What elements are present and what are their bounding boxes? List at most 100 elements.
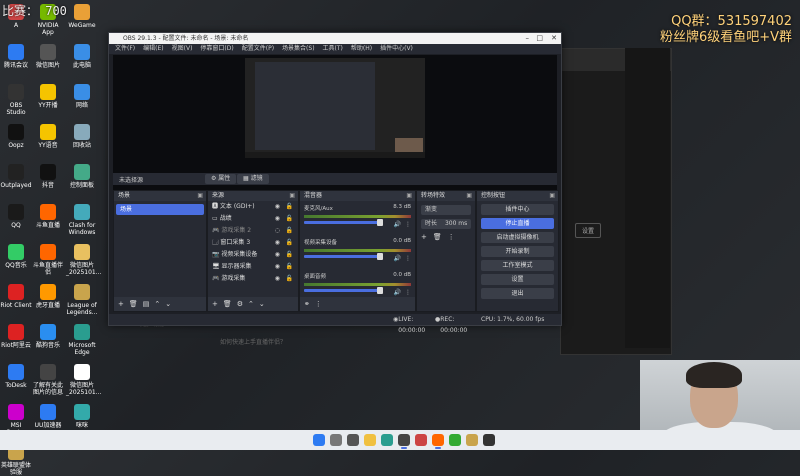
desktop-icon[interactable]: 此电脑 <box>66 44 98 69</box>
lock-icon[interactable]: 🔓 <box>286 201 293 213</box>
minimize-icon[interactable]: – <box>526 33 530 44</box>
control-button[interactable]: 退出 <box>481 288 554 299</box>
eye-icon[interactable]: ◉ <box>275 261 280 273</box>
desktop-icon[interactable]: Clash for Windows <box>66 204 98 236</box>
desktop-icon[interactable]: 微信图片_2025101... <box>66 244 101 276</box>
dock-float-icon[interactable]: ▣ <box>289 191 295 201</box>
gear-icon[interactable]: ⚙ <box>237 300 243 308</box>
menu-icon[interactable]: ⋮ <box>448 233 455 241</box>
lock-icon[interactable]: 🔓 <box>286 249 293 261</box>
delete-icon[interactable]: 🗑 <box>433 233 442 241</box>
lock-icon[interactable]: 🔓 <box>286 213 293 225</box>
app2-taskbar-icon[interactable] <box>449 434 461 446</box>
add-icon[interactable]: + <box>421 233 427 241</box>
eye-icon[interactable]: ◉ <box>275 249 280 261</box>
douyu-taskbar-icon[interactable] <box>432 434 444 449</box>
desktop-icon[interactable]: Microsoft Edge <box>66 324 98 356</box>
desktop-icon[interactable]: 了解有关此图片的信息 <box>32 364 64 396</box>
menu-item[interactable]: 场景集合(S) <box>282 44 315 54</box>
desktop-icon[interactable]: 斗鱼直播 <box>32 204 64 229</box>
eye-icon[interactable]: ◉ <box>275 213 280 225</box>
desktop-icon[interactable]: Oopz <box>0 124 32 149</box>
down-arrow-icon[interactable]: ⌄ <box>259 300 265 308</box>
desktop-icon[interactable]: OBS Studio <box>0 84 32 116</box>
eye-icon[interactable]: ◉ <box>275 237 280 249</box>
speaker-icon[interactable]: 🔊 <box>394 221 401 228</box>
desktop-icon[interactable]: Riot Client <box>0 284 32 309</box>
desktop-icon[interactable]: 抖音 <box>32 164 64 189</box>
dock-float-icon[interactable]: ▣ <box>197 191 203 201</box>
eye-icon[interactable]: ◉ <box>275 201 280 213</box>
control-button[interactable]: 停止直播 <box>481 218 554 229</box>
menu-item[interactable]: 插件中心(V) <box>380 44 413 54</box>
filter-icon[interactable]: ▤ <box>143 300 150 308</box>
desktop-icon[interactable]: Riot阿里云 <box>0 324 32 349</box>
dock-float-icon[interactable]: ▣ <box>466 191 472 201</box>
control-button[interactable]: 插件中心 <box>481 204 554 215</box>
filters-button[interactable]: ▦ 滤镜 <box>237 174 269 184</box>
eye-icon[interactable]: ◉ <box>275 273 280 285</box>
lock-icon[interactable]: 🔓 <box>286 261 293 273</box>
desktop-icon[interactable]: 微信图片 <box>32 44 64 69</box>
desktop-icon[interactable]: YY语音 <box>32 124 64 149</box>
desktop-icon[interactable]: 腾讯会议 <box>0 44 32 69</box>
menu-item[interactable]: 停靠窗口(D) <box>200 44 233 54</box>
dock-float-icon[interactable]: ▣ <box>406 191 412 201</box>
menu-icon[interactable]: ⋮ <box>315 300 322 308</box>
lock-icon[interactable]: 🔓 <box>286 273 293 285</box>
desktop-icon[interactable]: QQ音乐 <box>0 244 32 269</box>
control-button[interactable]: 启动虚拟摄像机 <box>481 232 554 243</box>
desktop-icon[interactable]: Outplayed <box>0 164 32 189</box>
source-item[interactable]: 🗔 窗口采集 3 ◉ 🔓 <box>208 237 298 249</box>
app-taskbar-icon[interactable] <box>415 434 427 446</box>
menu-item[interactable]: 文件(F) <box>115 44 135 54</box>
delete-icon[interactable]: 🗑 <box>129 300 138 308</box>
lock-icon[interactable]: 🔓 <box>286 237 293 249</box>
scene-item[interactable]: 场景 <box>116 204 204 215</box>
menu-icon[interactable]: ⋮ <box>405 221 411 228</box>
close-icon[interactable]: ✕ <box>551 33 557 44</box>
down-arrow-icon[interactable]: ⌄ <box>165 300 171 308</box>
desktop-icon[interactable]: YY开播 <box>32 84 64 109</box>
menu-item[interactable]: 帮助(H) <box>351 44 372 54</box>
eye-closed-icon[interactable]: ◌ <box>275 225 280 237</box>
desktop-icon[interactable]: 虎牙直播 <box>32 284 64 309</box>
desktop-icon[interactable]: ToDesk <box>0 364 32 389</box>
properties-button[interactable]: ⚙ 属性 <box>205 174 237 184</box>
background-settings-button[interactable]: 设置 <box>575 223 602 238</box>
desktop-icon[interactable]: 酷狗音乐 <box>32 324 64 349</box>
add-icon[interactable]: + <box>118 300 124 308</box>
menu-icon[interactable]: ⋮ <box>405 289 411 296</box>
menu-item[interactable]: 工具(T) <box>323 44 343 54</box>
source-item[interactable]: 🎮 游戏采集 ◉ 🔓 <box>208 273 298 285</box>
lol-taskbar-icon[interactable] <box>466 434 478 446</box>
source-item[interactable]: 🖥 显示器采集 ◉ 🔓 <box>208 261 298 273</box>
control-button[interactable]: 设置 <box>481 274 554 285</box>
source-item[interactable]: 📷 视频采集设备 ◉ 🔓 <box>208 249 298 261</box>
transition-select[interactable]: 渐变 <box>421 205 471 215</box>
volume-fader[interactable] <box>304 253 383 260</box>
dock-float-icon[interactable]: ▣ <box>549 191 555 201</box>
menu-icon[interactable]: ⋮ <box>405 255 411 262</box>
volume-fader[interactable] <box>304 287 383 294</box>
app3-taskbar-icon[interactable] <box>483 434 495 446</box>
lock-icon[interactable]: 🔓 <box>286 225 293 237</box>
desktop-icon[interactable]: 微信图片_2025101... <box>66 364 101 396</box>
control-button[interactable]: 开始录制 <box>481 246 554 257</box>
start-icon[interactable] <box>313 434 325 446</box>
obs-taskbar-icon[interactable] <box>398 434 410 449</box>
speaker-icon[interactable]: 🔊 <box>394 255 401 262</box>
desktop-icon[interactable]: 咪咪 <box>66 404 98 429</box>
search-icon[interactable] <box>330 434 342 446</box>
delete-icon[interactable]: 🗑 <box>223 300 232 308</box>
menu-item[interactable]: 编辑(E) <box>143 44 163 54</box>
desktop-icon[interactable]: 斗鱼直播伴侣 <box>32 244 64 276</box>
source-item[interactable]: 🅰 文本 (GDI+) ◉ 🔓 <box>208 201 298 213</box>
desktop-icon[interactable]: QQ <box>0 204 32 229</box>
up-arrow-icon[interactable]: ⌃ <box>248 300 254 308</box>
up-arrow-icon[interactable]: ⌃ <box>154 300 160 308</box>
task-view-icon[interactable] <box>347 434 359 446</box>
desktop-icon[interactable]: League of Legends... <box>66 284 98 316</box>
edge-icon[interactable] <box>381 434 393 446</box>
link-icon[interactable]: ⚭ <box>304 300 310 308</box>
